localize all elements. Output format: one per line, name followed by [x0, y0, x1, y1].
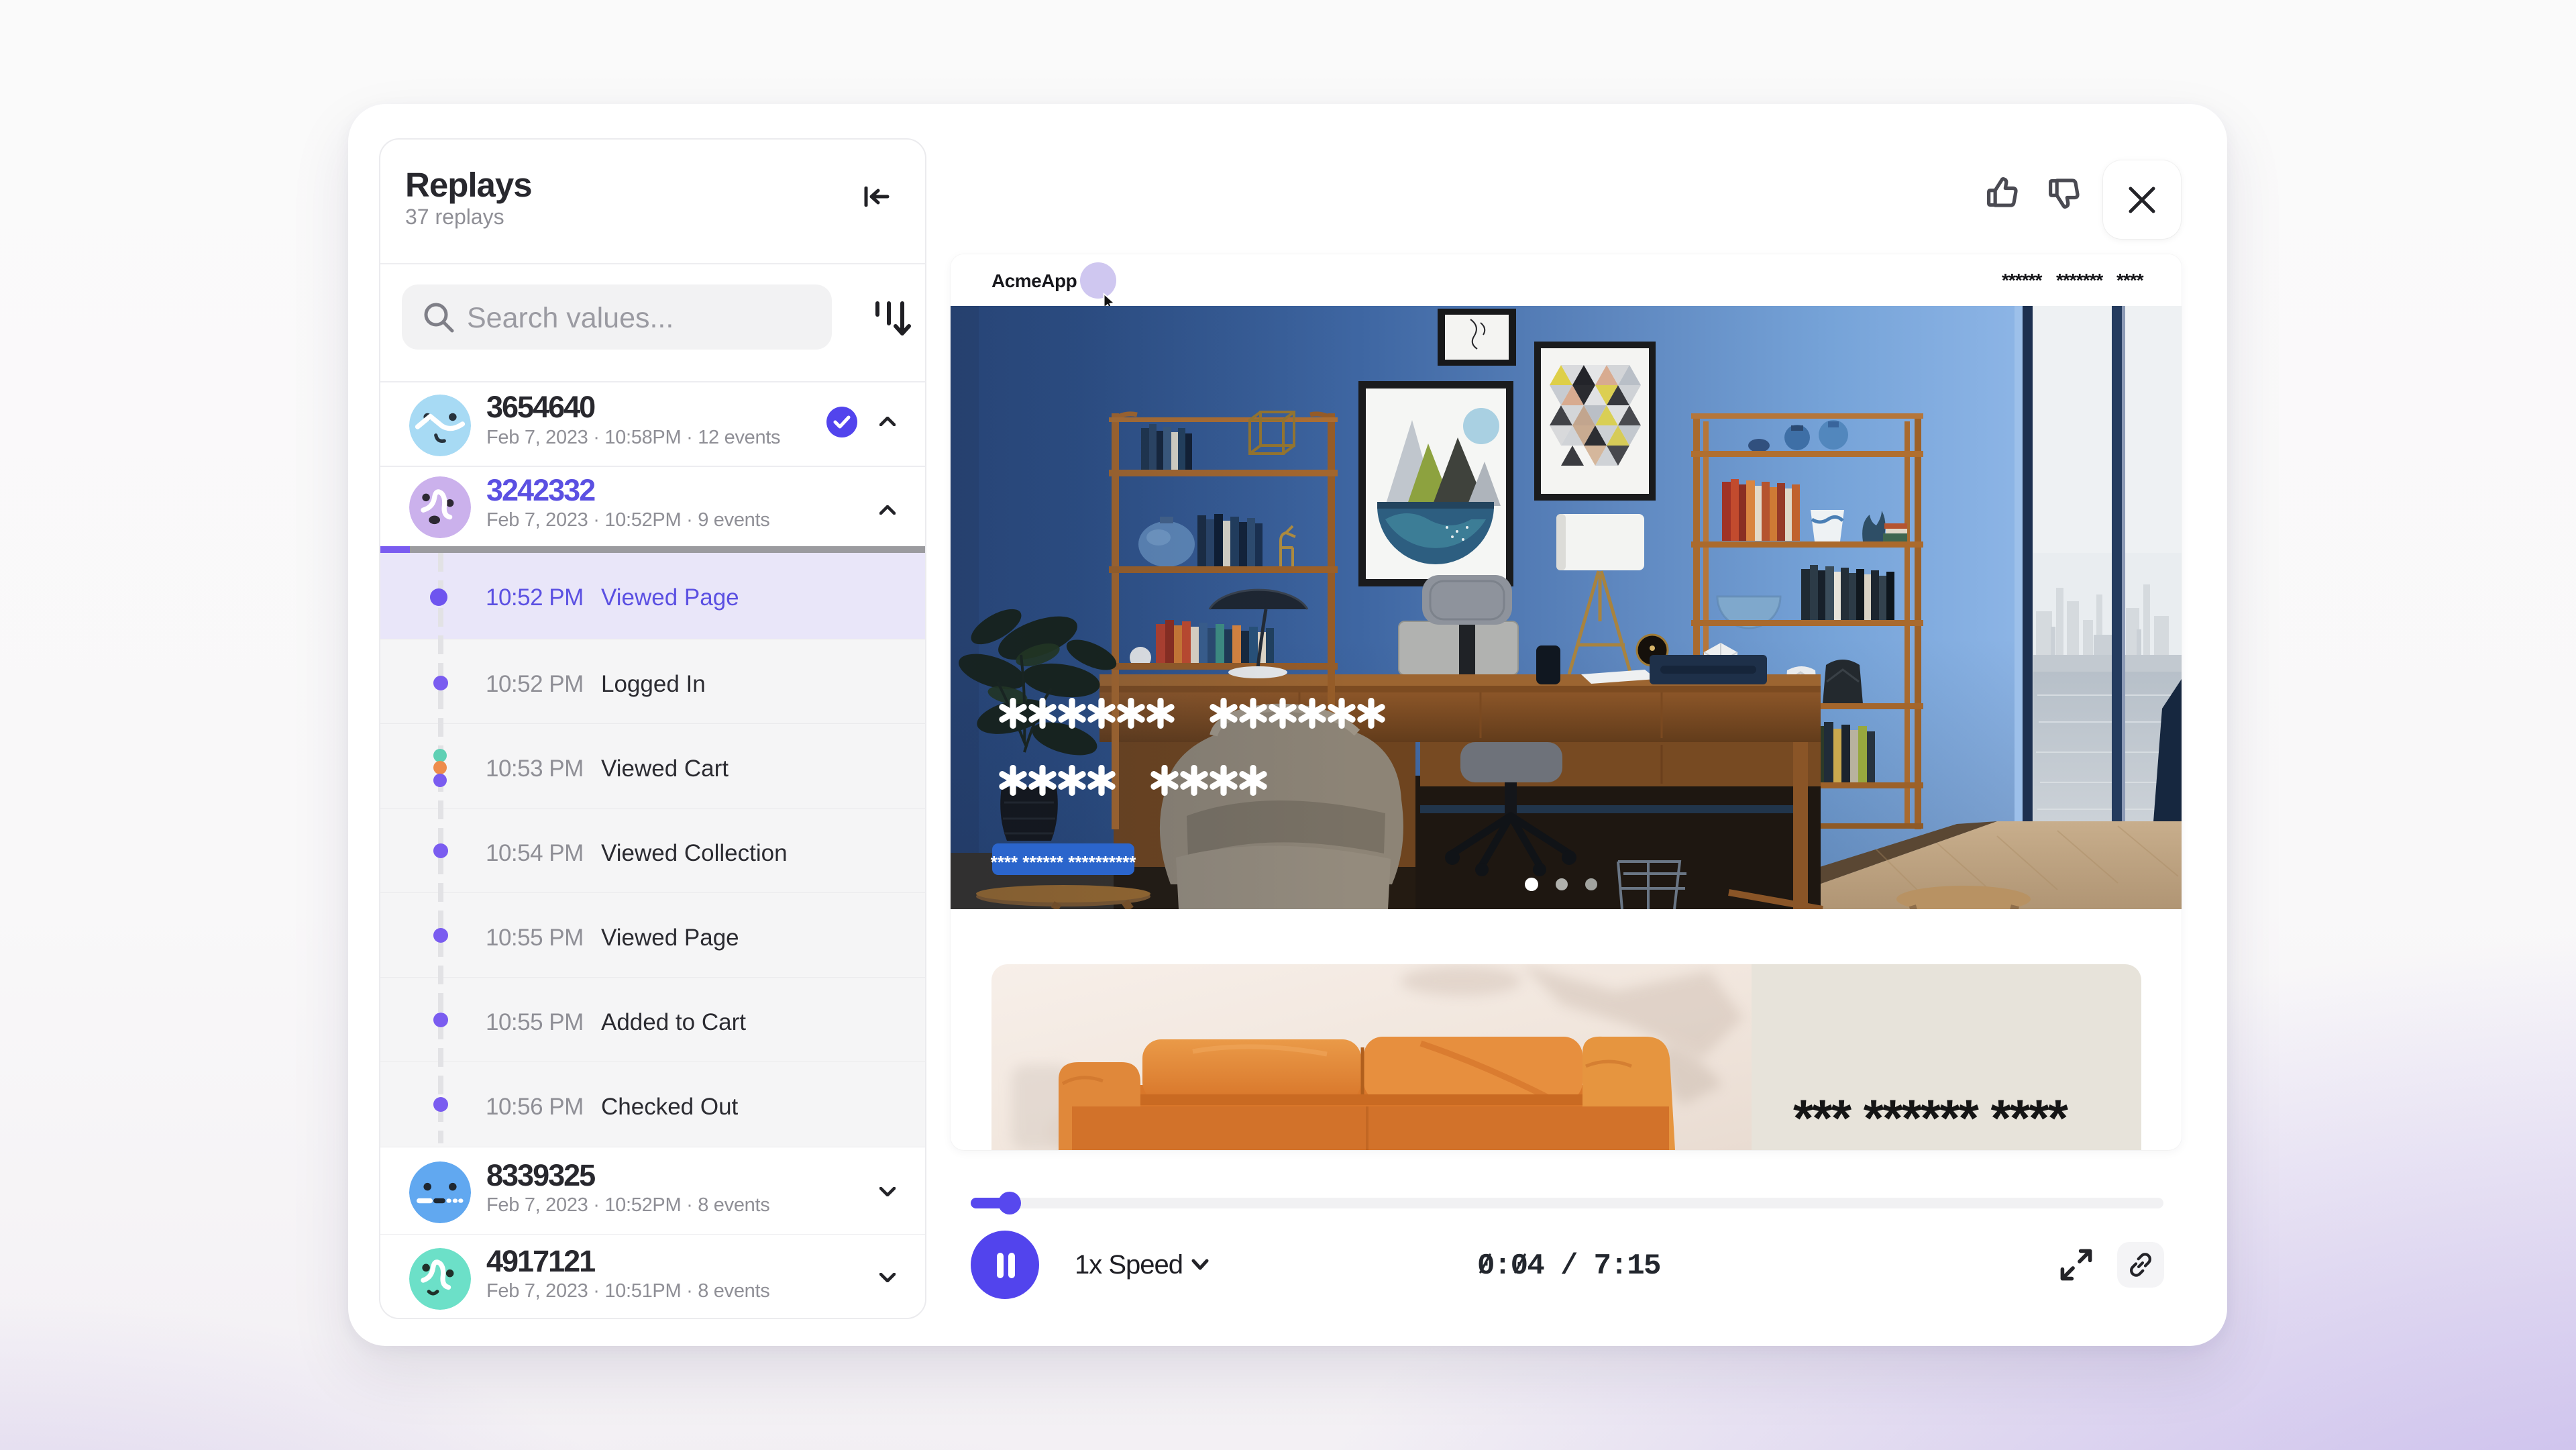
svg-text:**** ****** **********: **** ****** **********: [991, 852, 1137, 872]
svg-text:0:04 / 7:15: 0:04 / 7:15: [1477, 1249, 1660, 1283]
